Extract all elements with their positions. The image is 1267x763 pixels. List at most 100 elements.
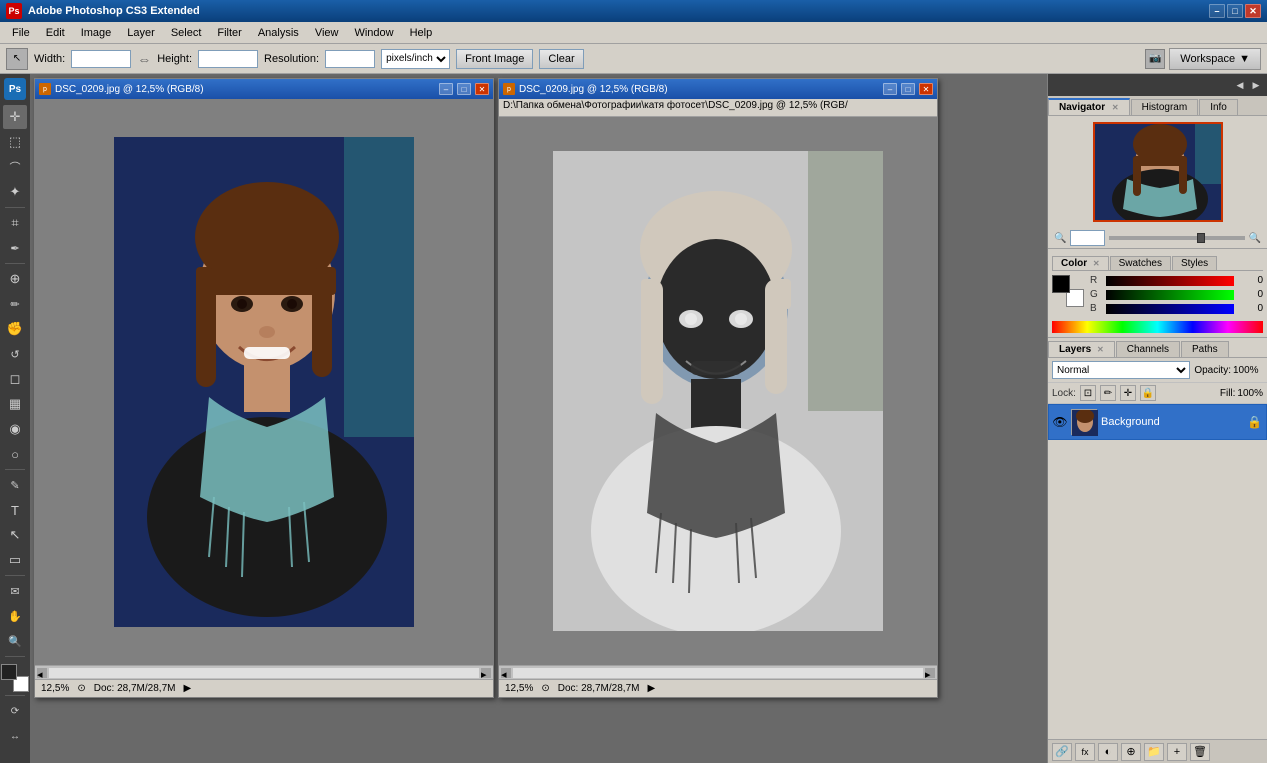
tab-navigator[interactable]: Navigator ✕: [1048, 98, 1130, 115]
menu-help[interactable]: Help: [402, 25, 441, 41]
height-input[interactable]: [198, 50, 258, 68]
layer-delete-btn[interactable]: 🗑: [1190, 743, 1210, 761]
layer-background[interactable]: 👁 Background 🔒: [1048, 404, 1267, 440]
menu-view[interactable]: View: [307, 25, 347, 41]
panel-expand-btn[interactable]: ▶: [1249, 79, 1263, 91]
doc2-hscroll-track[interactable]: [513, 668, 923, 678]
lock-position-btn[interactable]: ✛: [1120, 385, 1136, 401]
tab-styles[interactable]: Styles: [1172, 256, 1217, 270]
panel-collapse-btn[interactable]: ◀: [1233, 79, 1247, 91]
doc1-close[interactable]: ✕: [475, 83, 489, 95]
resolution-unit-select[interactable]: pixels/inch pixels/cm: [381, 49, 450, 69]
doc1-hscrollbar[interactable]: ◂ ▸: [35, 665, 493, 679]
tab-histogram[interactable]: Histogram: [1131, 99, 1199, 115]
color-spectrum[interactable]: [1052, 321, 1263, 333]
doc2-content[interactable]: [499, 117, 937, 665]
tab-layers[interactable]: Layers ✕: [1048, 341, 1115, 357]
layer-group-btn[interactable]: 📁: [1144, 743, 1164, 761]
3d-pan-tool[interactable]: ↔: [3, 724, 27, 748]
marquee-tool[interactable]: ⬚: [3, 130, 27, 154]
g-slider[interactable]: [1106, 290, 1234, 300]
eraser-tool[interactable]: ◻: [3, 367, 27, 391]
layer-mode-select[interactable]: Normal Multiply Screen: [1052, 361, 1190, 379]
layers-tab-close[interactable]: ✕: [1097, 345, 1104, 354]
width-input[interactable]: [71, 50, 131, 68]
resolution-input[interactable]: [325, 50, 375, 68]
pen-tool[interactable]: ✎: [3, 473, 27, 497]
width-height-arrow: ⇔: [137, 51, 151, 67]
zoom-tool[interactable]: 🔍: [3, 629, 27, 653]
tab-paths[interactable]: Paths: [1181, 341, 1229, 357]
front-image-button[interactable]: Front Image: [456, 49, 533, 69]
layer-new-btn[interactable]: +: [1167, 743, 1187, 761]
menu-filter[interactable]: Filter: [209, 25, 249, 41]
doc1-content[interactable]: [35, 99, 493, 665]
lasso-tool[interactable]: ⌒: [3, 155, 27, 179]
zoom-slider-thumb[interactable]: [1197, 233, 1205, 243]
layer-adjustment-btn[interactable]: ⊕: [1121, 743, 1141, 761]
menu-file[interactable]: File: [4, 25, 38, 41]
lock-image-btn[interactable]: ✏: [1100, 385, 1116, 401]
layer-fx-btn[interactable]: fx: [1075, 743, 1095, 761]
lock-transparent-btn[interactable]: ⊡: [1080, 385, 1096, 401]
tab-swatches[interactable]: Swatches: [1110, 256, 1171, 270]
doc1-hscroll-track[interactable]: [49, 668, 479, 678]
zoom-in-icon[interactable]: 🔍: [1249, 233, 1261, 244]
doc1-minimize[interactable]: –: [439, 83, 453, 95]
path-select-tool[interactable]: ↖: [3, 523, 27, 547]
menu-layer[interactable]: Layer: [119, 25, 163, 41]
heal-tool[interactable]: ⊕: [3, 267, 27, 291]
layer-mask-btn[interactable]: ◐: [1098, 743, 1118, 761]
dodge-tool[interactable]: ○: [3, 442, 27, 466]
doc1-hscroll-right[interactable]: ▸: [481, 668, 491, 678]
tab-channels[interactable]: Channels: [1116, 341, 1180, 357]
magic-wand-tool[interactable]: ✦: [3, 180, 27, 204]
zoom-input[interactable]: 12,5%: [1070, 230, 1105, 246]
fg-color-box[interactable]: [1052, 275, 1070, 293]
menu-edit[interactable]: Edit: [38, 25, 73, 41]
tab-info[interactable]: Info: [1199, 99, 1238, 115]
doc2-close[interactable]: ✕: [919, 83, 933, 95]
doc2-maximize[interactable]: □: [901, 83, 915, 95]
minimize-button[interactable]: –: [1209, 4, 1225, 18]
doc2-minimize[interactable]: –: [883, 83, 897, 95]
maximize-button[interactable]: □: [1227, 4, 1243, 18]
doc2-hscrollbar[interactable]: ◂ ▸: [499, 665, 937, 679]
doc2-hscroll-right[interactable]: ▸: [925, 668, 935, 678]
blur-tool[interactable]: ◉: [3, 417, 27, 441]
menu-select[interactable]: Select: [163, 25, 210, 41]
menu-analysis[interactable]: Analysis: [250, 25, 307, 41]
crop-tool[interactable]: ⌗: [3, 211, 27, 235]
clear-button[interactable]: Clear: [539, 49, 583, 69]
notes-tool[interactable]: ✉: [3, 579, 27, 603]
color-tab-close[interactable]: ✕: [1093, 259, 1100, 268]
menu-window[interactable]: Window: [346, 25, 401, 41]
doc1-maximize[interactable]: □: [457, 83, 471, 95]
clone-tool[interactable]: ✊: [3, 317, 27, 341]
b-slider[interactable]: [1106, 304, 1234, 314]
tab-color[interactable]: Color ✕: [1052, 256, 1109, 270]
zoom-out-icon[interactable]: 🔍: [1054, 233, 1066, 244]
foreground-color-swatch[interactable]: [1, 664, 17, 680]
hand-tool[interactable]: ✋: [3, 604, 27, 628]
layer-visibility-toggle[interactable]: 👁: [1053, 415, 1067, 429]
zoom-slider[interactable]: [1109, 236, 1244, 240]
navigator-tab-close[interactable]: ✕: [1112, 103, 1119, 112]
doc2-hscroll-left[interactable]: ◂: [501, 668, 511, 678]
shape-tool[interactable]: ▭: [3, 548, 27, 572]
history-brush-tool[interactable]: ↺: [3, 342, 27, 366]
gradient-tool[interactable]: ▦: [3, 392, 27, 416]
move-tool[interactable]: ✛: [3, 105, 27, 129]
workspace-button[interactable]: Workspace ▼: [1169, 48, 1261, 70]
lock-all-btn[interactable]: 🔒: [1140, 385, 1156, 401]
layer-name: Background: [1101, 416, 1243, 428]
brush-tool[interactable]: ✏: [3, 292, 27, 316]
type-tool[interactable]: T: [3, 498, 27, 522]
eyedropper-tool[interactable]: ✒: [3, 236, 27, 260]
close-button[interactable]: ✕: [1245, 4, 1261, 18]
r-slider[interactable]: [1106, 276, 1234, 286]
3d-rotate-tool[interactable]: ⟳: [3, 699, 27, 723]
layer-link-btn[interactable]: 🔗: [1052, 743, 1072, 761]
doc1-hscroll-left[interactable]: ◂: [37, 668, 47, 678]
menu-image[interactable]: Image: [73, 25, 120, 41]
